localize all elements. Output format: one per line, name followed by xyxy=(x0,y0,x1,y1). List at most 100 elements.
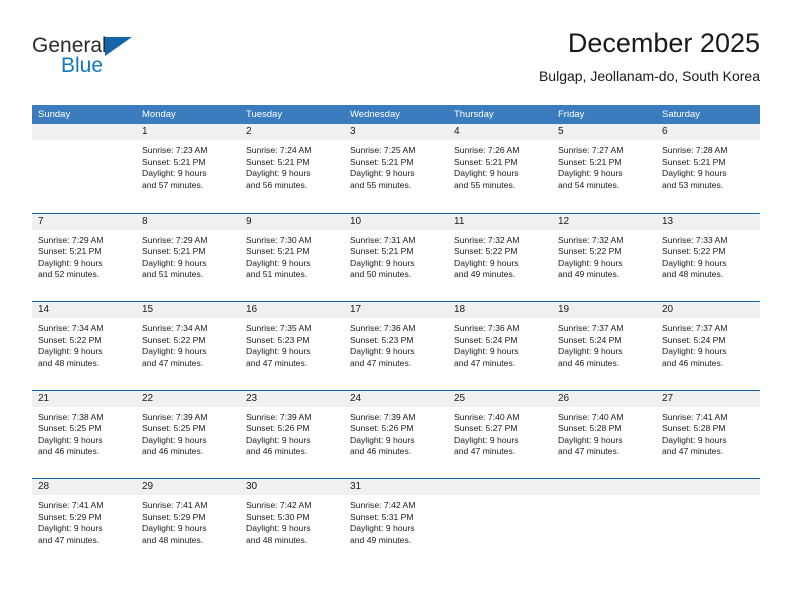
calendar-day-cell[interactable]: 21 Sunrise: 7:38 AM Sunset: 5:25 PM Dayl… xyxy=(32,390,136,479)
day-number: 23 xyxy=(240,390,344,407)
day-details: Sunrise: 7:40 AM Sunset: 5:27 PM Dayligh… xyxy=(448,407,552,458)
sunrise-text: Sunrise: 7:30 AM xyxy=(246,234,312,245)
daylight-text-line1: Daylight: 9 hours xyxy=(38,434,103,445)
calendar-grid: Sunday Monday Tuesday Wednesday Thursday… xyxy=(32,105,760,567)
calendar-day-cell[interactable]: 29 Sunrise: 7:41 AM Sunset: 5:29 PM Dayl… xyxy=(136,479,240,567)
daylight-text-line2: and 49 minutes. xyxy=(350,534,412,545)
day-number: 7 xyxy=(32,213,136,230)
daylight-text-line2: and 54 minutes. xyxy=(558,179,620,190)
sunset-text: Sunset: 5:25 PM xyxy=(38,423,102,434)
daylight-text-line1: Daylight: 9 hours xyxy=(246,523,311,534)
calendar-day-cell[interactable]: 20 Sunrise: 7:37 AM Sunset: 5:24 PM Dayl… xyxy=(656,302,760,390)
sunrise-text: Sunrise: 7:42 AM xyxy=(350,500,416,510)
calendar-day-cell[interactable]: 2 Sunrise: 7:24 AM Sunset: 5:21 PM Dayli… xyxy=(240,124,344,213)
daylight-text-line1: Daylight: 9 hours xyxy=(350,257,415,268)
daylight-text-line2: and 53 minutes. xyxy=(662,179,724,190)
calendar-day-cell[interactable]: 15 Sunrise: 7:34 AM Sunset: 5:22 PM Dayl… xyxy=(136,302,240,390)
day-details: Sunrise: 7:42 AM Sunset: 5:31 PM Dayligh… xyxy=(344,495,448,546)
daylight-text-line1: Daylight: 9 hours xyxy=(558,257,623,268)
calendar-day-cell[interactable]: 24 Sunrise: 7:39 AM Sunset: 5:26 PM Dayl… xyxy=(344,390,448,479)
day-details: Sunrise: 7:34 AM Sunset: 5:22 PM Dayligh… xyxy=(32,318,136,369)
day-details: Sunrise: 7:39 AM Sunset: 5:25 PM Dayligh… xyxy=(136,407,240,458)
sunset-text: Sunset: 5:30 PM xyxy=(246,511,310,522)
day-details: Sunrise: 7:26 AM Sunset: 5:21 PM Dayligh… xyxy=(448,140,552,191)
calendar-day-cell[interactable]: 18 Sunrise: 7:36 AM Sunset: 5:24 PM Dayl… xyxy=(448,302,552,390)
calendar-day-cell[interactable]: 17 Sunrise: 7:36 AM Sunset: 5:23 PM Dayl… xyxy=(344,302,448,390)
calendar-day-cell[interactable]: 6 Sunrise: 7:28 AM Sunset: 5:21 PM Dayli… xyxy=(656,124,760,213)
calendar-day-cell[interactable] xyxy=(448,479,552,567)
sunrise-text: Sunrise: 7:39 AM xyxy=(350,411,416,422)
day-number: 21 xyxy=(32,390,136,407)
day-number: 22 xyxy=(136,390,240,407)
day-number: 19 xyxy=(552,302,656,318)
calendar-day-cell[interactable]: 23 Sunrise: 7:39 AM Sunset: 5:26 PM Dayl… xyxy=(240,390,344,479)
day-details xyxy=(448,495,552,500)
calendar-day-cell[interactable]: 27 Sunrise: 7:41 AM Sunset: 5:28 PM Dayl… xyxy=(656,390,760,479)
sunset-text: Sunset: 5:22 PM xyxy=(662,246,726,257)
sunrise-text: Sunrise: 7:42 AM xyxy=(246,500,312,510)
calendar-day-cell[interactable]: 12 Sunrise: 7:32 AM Sunset: 5:22 PM Dayl… xyxy=(552,213,656,302)
calendar-day-cell[interactable]: 10 Sunrise: 7:31 AM Sunset: 5:21 PM Dayl… xyxy=(344,213,448,302)
day-details: Sunrise: 7:36 AM Sunset: 5:23 PM Dayligh… xyxy=(344,318,448,369)
day-number: 10 xyxy=(344,213,448,230)
calendar-day-cell[interactable]: 30 Sunrise: 7:42 AM Sunset: 5:30 PM Dayl… xyxy=(240,479,344,567)
daylight-text-line2: and 46 minutes. xyxy=(38,446,100,457)
sunrise-text: Sunrise: 7:34 AM xyxy=(38,323,104,333)
sunset-text: Sunset: 5:21 PM xyxy=(246,156,310,167)
daylight-text-line2: and 47 minutes. xyxy=(662,446,724,457)
weekday-header-tuesday: Tuesday xyxy=(246,109,283,120)
calendar-day-cell[interactable]: 13 Sunrise: 7:33 AM Sunset: 5:22 PM Dayl… xyxy=(656,213,760,302)
calendar-day-cell[interactable]: 31 Sunrise: 7:42 AM Sunset: 5:31 PM Dayl… xyxy=(344,479,448,567)
calendar-day-cell[interactable]: 4 Sunrise: 7:26 AM Sunset: 5:21 PM Dayli… xyxy=(448,124,552,213)
calendar-day-cell[interactable]: 8 Sunrise: 7:29 AM Sunset: 5:21 PM Dayli… xyxy=(136,213,240,302)
page-subtitle: Bulgap, Jeollanam-do, South Korea xyxy=(538,68,760,84)
calendar-day-cell[interactable] xyxy=(32,124,136,213)
calendar-week-row: 1 Sunrise: 7:23 AM Sunset: 5:21 PM Dayli… xyxy=(32,124,760,213)
calendar-day-cell[interactable] xyxy=(656,479,760,567)
calendar-day-cell[interactable]: 19 Sunrise: 7:37 AM Sunset: 5:24 PM Dayl… xyxy=(552,302,656,390)
sunrise-text: Sunrise: 7:39 AM xyxy=(246,411,312,422)
generalblue-logo[interactable]: General Blue xyxy=(32,34,262,90)
day-details: Sunrise: 7:28 AM Sunset: 5:21 PM Dayligh… xyxy=(656,140,760,191)
daylight-text-line1: Daylight: 9 hours xyxy=(246,434,311,445)
calendar-day-cell[interactable]: 3 Sunrise: 7:25 AM Sunset: 5:21 PM Dayli… xyxy=(344,124,448,213)
calendar-day-cell[interactable]: 28 Sunrise: 7:41 AM Sunset: 5:29 PM Dayl… xyxy=(32,479,136,567)
daylight-text-line1: Daylight: 9 hours xyxy=(246,257,311,268)
calendar-day-cell[interactable]: 26 Sunrise: 7:40 AM Sunset: 5:28 PM Dayl… xyxy=(552,390,656,479)
sunrise-text: Sunrise: 7:25 AM xyxy=(350,145,416,155)
sunrise-text: Sunrise: 7:29 AM xyxy=(142,234,208,245)
daylight-text-line1: Daylight: 9 hours xyxy=(558,168,623,179)
sunset-text: Sunset: 5:24 PM xyxy=(662,334,726,345)
calendar-day-cell[interactable]: 16 Sunrise: 7:35 AM Sunset: 5:23 PM Dayl… xyxy=(240,302,344,390)
day-number: 14 xyxy=(32,302,136,318)
calendar-day-cell[interactable]: 7 Sunrise: 7:29 AM Sunset: 5:21 PM Dayli… xyxy=(32,213,136,302)
daylight-text-line2: and 46 minutes. xyxy=(142,446,204,457)
day-number: 27 xyxy=(656,390,760,407)
sunrise-text: Sunrise: 7:41 AM xyxy=(38,500,104,510)
day-details: Sunrise: 7:37 AM Sunset: 5:24 PM Dayligh… xyxy=(552,318,656,369)
day-number: 24 xyxy=(344,390,448,407)
day-details: Sunrise: 7:40 AM Sunset: 5:28 PM Dayligh… xyxy=(552,407,656,458)
sunrise-text: Sunrise: 7:37 AM xyxy=(662,323,728,333)
calendar-day-cell[interactable]: 5 Sunrise: 7:27 AM Sunset: 5:21 PM Dayli… xyxy=(552,124,656,213)
day-number: 6 xyxy=(656,124,760,140)
sunset-text: Sunset: 5:22 PM xyxy=(454,246,518,257)
sunrise-text: Sunrise: 7:34 AM xyxy=(142,323,208,333)
calendar-day-cell[interactable]: 9 Sunrise: 7:30 AM Sunset: 5:21 PM Dayli… xyxy=(240,213,344,302)
daylight-text-line2: and 48 minutes. xyxy=(38,357,100,368)
sunset-text: Sunset: 5:21 PM xyxy=(142,156,206,167)
daylight-text-line1: Daylight: 9 hours xyxy=(38,523,103,534)
sunrise-text: Sunrise: 7:39 AM xyxy=(142,411,208,422)
day-details: Sunrise: 7:25 AM Sunset: 5:21 PM Dayligh… xyxy=(344,140,448,191)
calendar-day-cell[interactable]: 14 Sunrise: 7:34 AM Sunset: 5:22 PM Dayl… xyxy=(32,302,136,390)
calendar-day-cell[interactable]: 1 Sunrise: 7:23 AM Sunset: 5:21 PM Dayli… xyxy=(136,124,240,213)
day-details xyxy=(656,495,760,500)
calendar-day-cell[interactable]: 25 Sunrise: 7:40 AM Sunset: 5:27 PM Dayl… xyxy=(448,390,552,479)
calendar-day-cell[interactable] xyxy=(552,479,656,567)
calendar-day-cell[interactable]: 11 Sunrise: 7:32 AM Sunset: 5:22 PM Dayl… xyxy=(448,213,552,302)
sunset-text: Sunset: 5:21 PM xyxy=(454,156,518,167)
day-details: Sunrise: 7:41 AM Sunset: 5:29 PM Dayligh… xyxy=(32,495,136,546)
day-number: 29 xyxy=(136,479,240,495)
daylight-text-line2: and 47 minutes. xyxy=(350,357,412,368)
calendar-day-cell[interactable]: 22 Sunrise: 7:39 AM Sunset: 5:25 PM Dayl… xyxy=(136,390,240,479)
